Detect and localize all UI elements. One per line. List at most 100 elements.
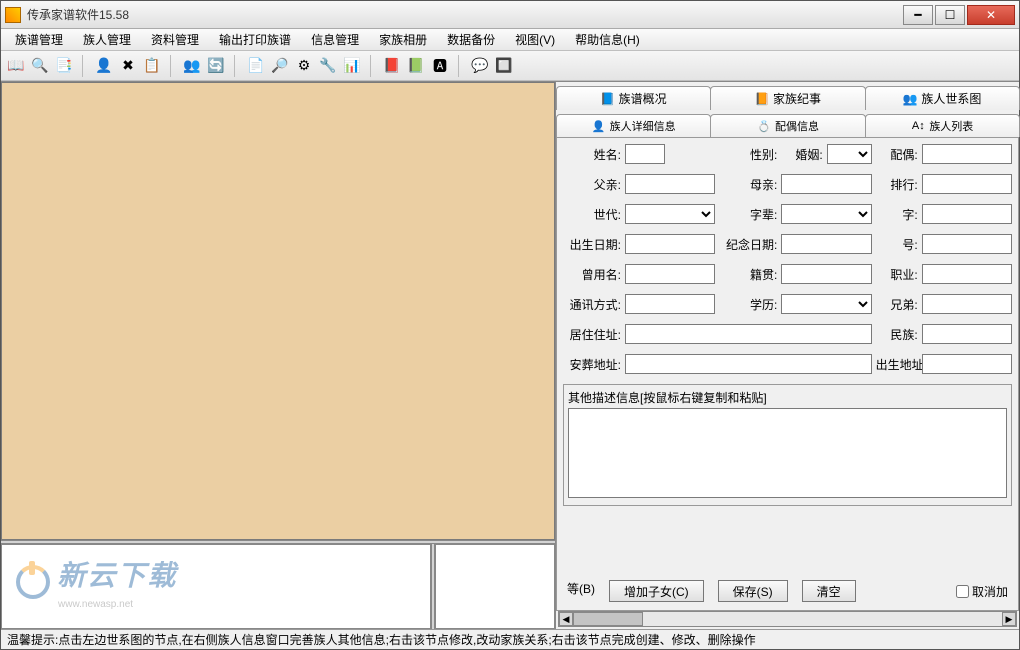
toolbar-button-13[interactable]: ⚙	[293, 55, 315, 77]
description-group: 其他描述信息[按鼠标右键复制和粘贴]	[563, 384, 1012, 506]
ethnic-field[interactable]	[922, 324, 1012, 344]
toolbar-button-11[interactable]: 📄	[245, 55, 267, 77]
spouse-field[interactable]	[922, 144, 1012, 164]
native-field[interactable]	[781, 264, 871, 284]
usedname-field[interactable]	[625, 264, 715, 284]
bottom-left-panel[interactable]	[1, 544, 431, 629]
tab-icon: 📙	[755, 92, 769, 106]
burial-field[interactable]	[625, 354, 872, 374]
memorial-date-field[interactable]	[781, 234, 871, 254]
tab-label: 族人世系图	[921, 90, 981, 107]
tab-tabs-top-2[interactable]: 👥 族人世系图	[865, 86, 1020, 110]
toolbar-button-9[interactable]: 🔄	[205, 55, 227, 77]
tab-icon: 👤	[592, 119, 606, 133]
zibei-select[interactable]	[781, 204, 871, 224]
toolbar-button-21[interactable]: 💬	[469, 55, 491, 77]
menu-7[interactable]: 视图(V)	[505, 29, 565, 50]
toolbar-button-15[interactable]: 📊	[341, 55, 363, 77]
tab-tabs-sub-2[interactable]: A↕族人列表	[865, 114, 1020, 137]
maximize-button[interactable]: ☐	[935, 5, 965, 25]
label-zibei: 字辈:	[719, 206, 777, 223]
toolbar-button-4[interactable]: 👤	[93, 55, 115, 77]
label-marriage: 婚姻:	[795, 146, 822, 163]
menu-4[interactable]: 信息管理	[301, 29, 369, 50]
label-usedname: 曾用名:	[563, 266, 621, 283]
label-spouse: 配偶:	[876, 146, 918, 163]
father-field[interactable]	[625, 174, 715, 194]
name-field[interactable]	[625, 144, 665, 164]
contact-field[interactable]	[625, 294, 715, 314]
birthdate-field[interactable]	[625, 234, 715, 254]
scroll-left-button[interactable]: ◀	[559, 612, 573, 626]
label-birthplace: 出生地址:	[876, 356, 918, 373]
label-mother: 母亲:	[719, 176, 777, 193]
clear-button[interactable]: 清空	[802, 580, 856, 602]
description-textarea[interactable]	[568, 408, 1007, 498]
education-select[interactable]	[781, 294, 871, 314]
tab-tabs-top-0[interactable]: 📘族谱概况	[556, 86, 711, 110]
tab-icon: 👥	[903, 92, 917, 106]
tab-tabs-sub-1[interactable]: 💍 配偶信息	[710, 114, 865, 137]
horizontal-scrollbar[interactable]: ◀ ▶	[558, 611, 1017, 627]
toolbar-button-2[interactable]: 📑	[53, 55, 75, 77]
toolbar-button-8[interactable]: 👥	[181, 55, 203, 77]
mother-field[interactable]	[781, 174, 871, 194]
menu-3[interactable]: 输出打印族谱	[209, 29, 301, 50]
toolbar-button-1[interactable]: 🔍	[29, 55, 51, 77]
toolbar-separator	[234, 55, 240, 77]
toolbar-button-17[interactable]: 📕	[381, 55, 403, 77]
job-field[interactable]	[922, 264, 1012, 284]
tab-tabs-top-1[interactable]: 📙 家族纪事	[710, 86, 865, 110]
toolbar-button-18[interactable]: 📗	[405, 55, 427, 77]
cancel-add-checkbox-input[interactable]	[956, 585, 969, 598]
tab-label: 配偶信息	[775, 118, 819, 134]
address-field[interactable]	[625, 324, 872, 344]
tab-icon: 📘	[601, 92, 615, 106]
minimize-button[interactable]: ━	[903, 5, 933, 25]
menu-6[interactable]: 数据备份	[437, 29, 505, 50]
hao-field[interactable]	[922, 234, 1012, 254]
app-icon	[5, 7, 21, 23]
save-button[interactable]: 保存(S)	[718, 580, 788, 602]
lineage-tree-panel[interactable]	[1, 82, 555, 540]
toolbar-button-6[interactable]: 📋	[141, 55, 163, 77]
label-name: 姓名:	[563, 146, 621, 163]
menu-2[interactable]: 资料管理	[141, 29, 209, 50]
toolbar-button-14[interactable]: 🔧	[317, 55, 339, 77]
bottom-right-mini-panel[interactable]	[435, 544, 555, 629]
tab-label: 族人详细信息	[610, 118, 676, 134]
tab-icon: A↕	[911, 119, 925, 133]
partial-button-b[interactable]: 等(B)	[567, 580, 595, 602]
menu-0[interactable]: 族谱管理	[5, 29, 73, 50]
toolbar-button-12[interactable]: 🔎	[269, 55, 291, 77]
toolbar-button-0[interactable]: 📖	[5, 55, 27, 77]
generation-select[interactable]	[625, 204, 715, 224]
label-job: 职业:	[876, 266, 918, 283]
brothers-field[interactable]	[922, 294, 1012, 314]
scroll-thumb[interactable]	[573, 612, 643, 626]
toolbar-button-5[interactable]: ✖	[117, 55, 139, 77]
birthplace-field[interactable]	[922, 354, 1012, 374]
toolbar-button-22[interactable]: 🔲	[493, 55, 515, 77]
menu-5[interactable]: 家族相册	[369, 29, 437, 50]
tab-tabs-sub-0[interactable]: 👤 族人详细信息	[556, 114, 711, 137]
scroll-right-button[interactable]: ▶	[1002, 612, 1016, 626]
toolbar-separator	[82, 55, 88, 77]
cancel-add-checkbox[interactable]: 取消加	[956, 583, 1008, 600]
label-native: 籍贯:	[719, 266, 777, 283]
menu-1[interactable]: 族人管理	[73, 29, 141, 50]
marriage-select[interactable]	[827, 144, 872, 164]
toolbar: 📖🔍📑 👤✖📋 👥🔄 📄🔎⚙🔧📊 📕📗🅰 💬🔲	[1, 51, 1019, 81]
tab-icon: 💍	[757, 119, 771, 133]
label-zi: 字:	[876, 206, 918, 223]
status-text: 温馨提示:点击左边世系图的节点,在右侧族人信息窗口完善族人其他信息;右击该节点修…	[7, 631, 756, 648]
rank-field[interactable]	[922, 174, 1012, 194]
toolbar-button-19[interactable]: 🅰	[429, 55, 451, 77]
menu-8[interactable]: 帮助信息(H)	[565, 29, 650, 50]
toolbar-separator	[370, 55, 376, 77]
tab-label: 家族纪事	[773, 90, 821, 107]
window-title: 传承家谱软件15.58	[27, 6, 901, 23]
zi-field[interactable]	[922, 204, 1012, 224]
add-children-button[interactable]: 增加子女(C)	[609, 580, 704, 602]
close-button[interactable]: ✕	[967, 5, 1015, 25]
